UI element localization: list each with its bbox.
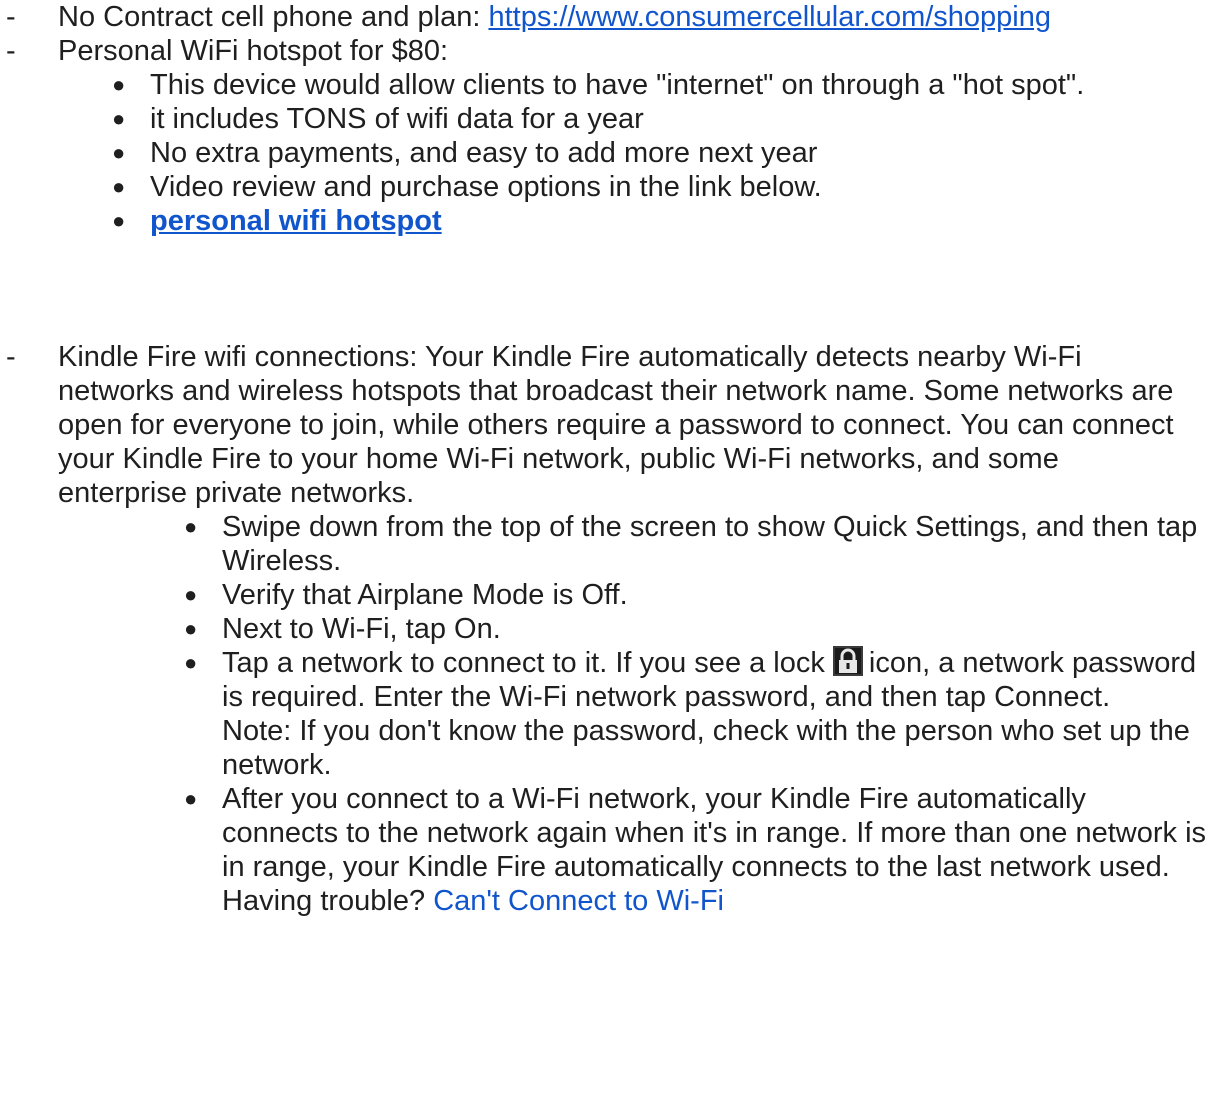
kindle-bullet-list: ● Swipe down from the top of the screen … [0,510,1210,918]
personal-wifi-hotspot-link[interactable]: personal wifi hotspot [150,205,442,237]
bullet-text: Next to Wi-Fi, tap On. [222,613,501,645]
bullet-text: it includes TONS of wifi data for a year [150,103,644,135]
bullet-text: Verify that Airplane Mode is Off. [222,579,628,611]
lock-bullet-text-before: Tap a network to connect to it. If you s… [222,647,825,679]
wifi-hotspot-text: Personal WiFi hotspot for $80: [58,35,449,67]
list-item: ● Next to Wi-Fi, tap On. [150,612,1210,646]
consumer-cellular-link[interactable]: https://www.consumercellular.com/shoppin… [488,1,1051,33]
bullet-icon: ● [112,72,126,97]
list-item-kindle-fire: - Kindle Fire wifi connections: Your Kin… [0,340,1210,510]
bullet-icon: ● [184,786,198,811]
bullet-icon: ● [112,208,126,233]
bullet-icon: ● [112,174,126,199]
dash-marker: - [6,1,16,33]
hotspot-bullet-list: ● This device would allow clients to hav… [0,68,1210,238]
kindle-fire-text: Kindle Fire wifi connections: Your Kindl… [58,341,1174,509]
list-item: ● Tap a network to connect to it. If you… [150,646,1210,782]
list-item: ● No extra payments, and easy to add mor… [78,136,1210,170]
cant-connect-wifi-link[interactable]: Can't Connect to Wi-Fi [433,885,724,917]
list-item: ● Swipe down from the top of the screen … [150,510,1210,578]
dash-marker: - [6,341,16,373]
list-item: ● This device would allow clients to hav… [78,68,1210,102]
list-item: ● it includes TONS of wifi data for a ye… [78,102,1210,136]
bullet-icon: ● [112,106,126,131]
bullet-icon: ● [184,514,198,539]
document-body: - No Contract cell phone and plan: https… [0,0,1210,918]
phone-plan-text: No Contract cell phone and plan: [58,1,489,33]
bullet-icon: ● [112,140,126,165]
list-item: ● After you connect to a Wi-Fi network, … [150,782,1210,918]
list-item: ● Video review and purchase options in t… [78,170,1210,204]
bullet-icon: ● [184,616,198,641]
list-item: ● Verify that Airplane Mode is Off. [150,578,1210,612]
bullet-text: No extra payments, and easy to add more … [150,137,818,169]
dash-marker: - [6,35,16,67]
bullet-text: This device would allow clients to have … [150,69,1085,101]
lock-bullet-note: Note: If you don't know the password, ch… [222,715,1190,781]
bullet-icon: ● [184,650,198,675]
bullet-text: Video review and purchase options in the… [150,171,822,203]
bullet-text: Swipe down from the top of the screen to… [222,511,1198,577]
bullet-icon: ● [184,582,198,607]
list-item-wifi-hotspot: - Personal WiFi hotspot for $80: [0,34,1210,68]
lock-icon [832,646,863,676]
list-item-phone-plan: - No Contract cell phone and plan: https… [0,0,1210,34]
list-item: ● personal wifi hotspot [78,204,1210,238]
